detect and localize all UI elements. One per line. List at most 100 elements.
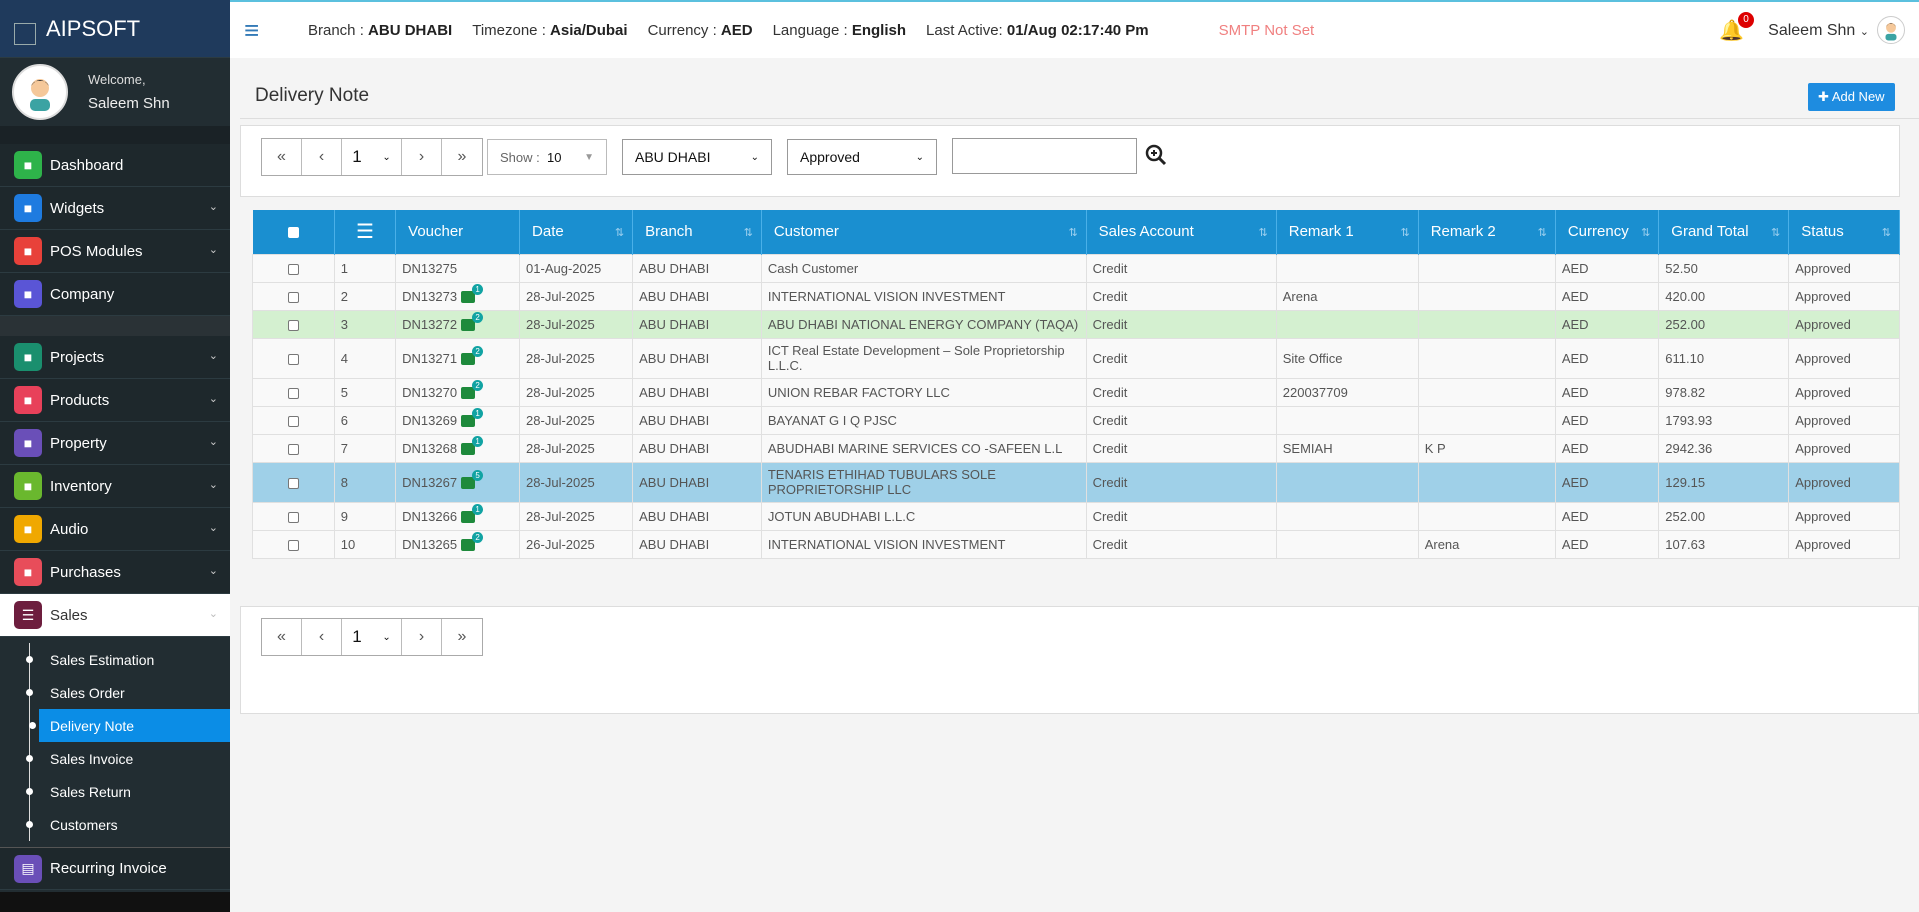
table-row[interactable]: 2 DN13273 1 28-Jul-2025 ABU DHABI INTERNATION… — [252, 281, 1900, 311]
status-filter-select[interactable]: Approved ⌄ — [787, 139, 937, 175]
sidebar-item-purchases[interactable]: ■ Purchases ⌄ — [0, 551, 230, 594]
sidebar-item-audio[interactable]: ■ Audio ⌄ — [0, 508, 230, 551]
sidebar-item-sales[interactable]: ☰ Sales ⌄ — [0, 594, 230, 637]
column-header-remark-1[interactable]: Remark 1 ⇅ — [1276, 210, 1419, 254]
sort-icon[interactable]: ⇅ — [1771, 226, 1780, 239]
sidebar-subitem-sales-invoice[interactable]: Sales Invoice — [0, 742, 230, 775]
print-icon[interactable]: 1 — [461, 408, 484, 428]
print-icon[interactable]: 2 — [461, 346, 484, 366]
sort-icon[interactable]: ⇅ — [1068, 226, 1077, 239]
sort-icon[interactable]: ⇅ — [615, 226, 624, 239]
voucher-cell[interactable]: DN13270 2 — [395, 377, 521, 407]
next-page-button[interactable]: › — [402, 139, 442, 175]
column-settings-header[interactable]: ☰ — [334, 210, 397, 254]
sidebar-item-property[interactable]: ■ Property ⌄ — [0, 422, 230, 465]
search-input[interactable] — [952, 138, 1137, 174]
print-icon[interactable]: 2 — [461, 532, 484, 552]
sidebar-subitem-sales-estimation[interactable]: Sales Estimation — [0, 643, 230, 676]
sort-icon[interactable]: ⇅ — [1538, 226, 1547, 239]
voucher-cell[interactable]: DN13267 5 — [395, 461, 521, 503]
sidebar-item-dashboard[interactable]: ■ Dashboard — [0, 144, 230, 187]
row-checkbox[interactable] — [287, 319, 299, 331]
print-icon[interactable]: 2 — [461, 312, 484, 332]
zoom-search-icon[interactable] — [1145, 144, 1167, 172]
row-checkbox[interactable] — [287, 263, 299, 275]
sort-icon[interactable]: ⇅ — [1259, 226, 1268, 239]
print-icon[interactable]: 5 — [461, 470, 484, 490]
voucher-cell[interactable]: DN13266 1 — [395, 501, 521, 531]
show-count-select[interactable]: Show : 10 ▼ — [487, 139, 607, 175]
prev-page-button[interactable]: ‹ — [302, 619, 342, 655]
add-new-button[interactable]: ✚ Add New — [1808, 83, 1895, 111]
sidebar-item-widgets[interactable]: ■ Widgets ⌄ — [0, 187, 230, 230]
last-page-button[interactable]: » — [442, 619, 482, 655]
sidebar-subitem-sales-order[interactable]: Sales Order — [0, 676, 230, 709]
sidebar-item-projects[interactable]: ■ Projects ⌄ — [0, 336, 230, 379]
row-checkbox[interactable] — [287, 539, 299, 551]
row-checkbox[interactable] — [287, 477, 299, 489]
column-header-remark-2[interactable]: Remark 2 ⇅ — [1418, 210, 1556, 254]
voucher-cell[interactable]: DN13265 2 — [395, 529, 521, 559]
print-icon[interactable]: 1 — [461, 436, 484, 456]
voucher-cell[interactable]: DN13269 1 — [395, 405, 521, 435]
table-row[interactable]: 5 DN13270 2 28-Jul-2025 ABU DHABI UNION REBAR… — [252, 377, 1900, 407]
voucher-cell[interactable]: DN13272 2 — [395, 309, 521, 339]
table-row[interactable]: 1 DN13275 01-Aug-2025 ABU DHABI Cash Custome… — [252, 253, 1900, 283]
sort-icon[interactable]: ⇅ — [1641, 226, 1650, 239]
sidebar-item-products[interactable]: ■ Products ⌄ — [0, 379, 230, 422]
row-checkbox[interactable] — [287, 415, 299, 427]
user-avatar-icon[interactable] — [1877, 16, 1905, 44]
print-icon[interactable]: 1 — [461, 504, 484, 524]
table-row[interactable]: 3 DN13272 2 28-Jul-2025 ABU DHABI ABU DHABI N… — [252, 309, 1900, 339]
row-checkbox-cell — [252, 433, 335, 463]
voucher-cell[interactable]: DN13268 1 — [395, 433, 521, 463]
prev-page-button[interactable]: ‹ — [302, 139, 342, 175]
column-header-date[interactable]: Date ⇅ — [519, 210, 634, 254]
sidebar-item-company[interactable]: ■ Company — [0, 273, 230, 316]
sort-icon[interactable]: ⇅ — [1400, 226, 1409, 239]
branch-filter-select[interactable]: ABU DHABI ⌄ — [622, 139, 772, 175]
table-row[interactable]: 7 DN13268 1 28-Jul-2025 ABU DHABI ABUDHABI MA… — [252, 433, 1900, 463]
voucher-cell[interactable]: DN13275 — [395, 253, 521, 283]
last-page-button[interactable]: » — [442, 139, 482, 175]
user-menu[interactable]: Saleem Shn ⌄ — [1768, 22, 1869, 40]
sidebar-subitem-customers[interactable]: Customers — [0, 808, 230, 841]
column-header-status[interactable]: Status ⇅ — [1788, 210, 1900, 254]
voucher-cell[interactable]: DN13273 1 — [395, 281, 521, 311]
brand[interactable]: AIPSOFT — [0, 0, 230, 58]
column-header-sales-account[interactable]: Sales Account ⇅ — [1086, 210, 1277, 254]
row-checkbox[interactable] — [287, 443, 299, 455]
table-row[interactable]: 10 DN13265 2 26-Jul-2025 ABU DHABI INTERNATIO… — [252, 529, 1900, 559]
column-header-branch[interactable]: Branch ⇅ — [632, 210, 762, 254]
sidebar-subitem-delivery-note[interactable]: Delivery Note — [29, 709, 230, 742]
select-all-checkbox[interactable] — [287, 226, 299, 238]
table-row[interactable]: 6 DN13269 1 28-Jul-2025 ABU DHABI BAYANAT G I… — [252, 405, 1900, 435]
print-icon[interactable]: 2 — [461, 380, 484, 400]
column-header-voucher[interactable]: Voucher — [395, 210, 521, 254]
first-page-button[interactable]: « — [262, 139, 302, 175]
menu-toggle-icon[interactable]: ≡ — [244, 17, 268, 43]
row-checkbox[interactable] — [287, 291, 299, 303]
sidebar-item-recurring-invoice[interactable]: ▤ Recurring Invoice — [0, 847, 230, 890]
bell-icon[interactable]: 🔔 0 — [1719, 12, 1754, 43]
sort-icon[interactable]: ⇅ — [1882, 226, 1891, 239]
table-row[interactable]: 4 DN13271 2 28-Jul-2025 ABU DHABI ICT Real Es… — [252, 337, 1900, 379]
first-page-button[interactable]: « — [262, 619, 302, 655]
voucher-cell[interactable]: DN13271 2 — [395, 337, 521, 379]
page-select[interactable]: 1 ⌄ — [342, 619, 402, 655]
table-row[interactable]: 8 DN13267 5 28-Jul-2025 ABU DHABI TENARIS ETH… — [252, 461, 1900, 503]
page-select[interactable]: 1 ⌄ — [342, 139, 402, 175]
sidebar-item-inventory[interactable]: ■ Inventory ⌄ — [0, 465, 230, 508]
sidebar-subitem-sales-return[interactable]: Sales Return — [0, 775, 230, 808]
print-icon[interactable]: 1 — [461, 284, 484, 304]
sort-icon[interactable]: ⇅ — [744, 226, 753, 239]
sidebar-item-pos-modules[interactable]: ■ POS Modules ⌄ — [0, 230, 230, 273]
column-header-currency[interactable]: Currency ⇅ — [1555, 210, 1660, 254]
column-header-grand-total[interactable]: Grand Total ⇅ — [1658, 210, 1790, 254]
column-header-customer[interactable]: Customer ⇅ — [761, 210, 1087, 254]
row-checkbox[interactable] — [287, 387, 299, 399]
next-page-button[interactable]: › — [402, 619, 442, 655]
row-checkbox[interactable] — [287, 511, 299, 523]
row-checkbox[interactable] — [287, 353, 299, 365]
table-row[interactable]: 9 DN13266 1 28-Jul-2025 ABU DHABI JOTUN ABUDH… — [252, 501, 1900, 531]
